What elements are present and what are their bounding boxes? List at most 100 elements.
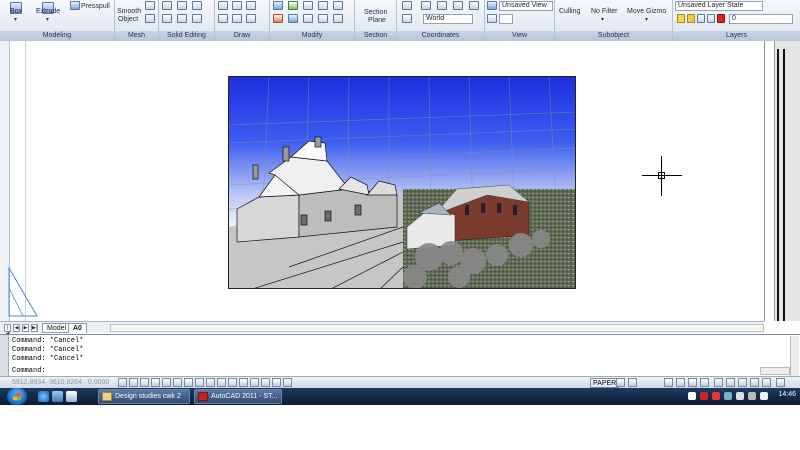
switch-windows-icon[interactable] — [66, 391, 77, 402]
box-button[interactable]: Box — [10, 8, 22, 16]
annotation-monitor-icon[interactable] — [272, 378, 281, 387]
move-icon[interactable] — [273, 1, 283, 10]
mesh-refine-icon[interactable] — [145, 14, 155, 23]
infer-constraints-icon[interactable] — [118, 378, 127, 387]
object-snap-tracking-icon[interactable] — [195, 378, 204, 387]
explode-icon[interactable] — [333, 14, 343, 23]
tray-app-icon[interactable] — [724, 392, 732, 400]
ucs-icon[interactable] — [402, 1, 412, 10]
ucs-x-icon[interactable] — [469, 1, 479, 10]
3d-array-icon[interactable] — [288, 14, 298, 23]
slice-icon[interactable] — [162, 14, 172, 23]
taskbar-clock[interactable]: 14:46 — [778, 391, 796, 398]
presspull-icon[interactable] — [70, 1, 80, 10]
fillet-icon[interactable] — [303, 1, 313, 10]
volume-icon[interactable] — [760, 392, 768, 400]
sun-icon[interactable] — [687, 14, 695, 23]
first-layout-icon[interactable]: |◀ — [4, 324, 11, 337]
clean-screen-icon[interactable] — [776, 378, 785, 387]
paper-viewport[interactable] — [228, 76, 576, 289]
ortho-mode-icon[interactable] — [151, 378, 160, 387]
chevron-down-icon[interactable]: ▾ — [46, 16, 49, 23]
start-button[interactable] — [7, 388, 27, 405]
no-filter-button[interactable]: No Filter — [591, 8, 617, 16]
tray-expand-icon[interactable] — [688, 392, 696, 400]
chevron-down-icon[interactable]: ▾ — [645, 16, 648, 23]
more-modify-icon[interactable] — [333, 1, 343, 10]
zoom-icon[interactable] — [676, 378, 685, 387]
current-layer-combo[interactable]: 0 — [729, 14, 793, 24]
antivirus-icon[interactable] — [700, 392, 708, 400]
union-icon[interactable] — [162, 1, 172, 10]
extract-edges-icon[interactable] — [192, 14, 202, 23]
paper-space-toggle[interactable]: PAPER — [590, 378, 620, 388]
ucs-named-icon[interactable] — [402, 14, 412, 23]
next-layout-icon[interactable]: ▶ — [22, 324, 29, 332]
named-view-combo[interactable]: Unsaved View — [499, 1, 553, 11]
section-plane-label-2[interactable]: Plane — [368, 17, 386, 25]
status-bar-menu-icon[interactable] — [762, 378, 771, 387]
3d-object-snap-icon[interactable] — [184, 378, 193, 387]
workspace-switching-icon[interactable] — [714, 378, 723, 387]
steering-wheel-icon[interactable] — [688, 378, 697, 387]
subtract-icon[interactable] — [177, 1, 187, 10]
polygon-icon[interactable] — [218, 14, 228, 23]
smooth-object-label-1[interactable]: Smooth — [117, 8, 141, 16]
mesh-primitive-icon[interactable] — [145, 1, 155, 10]
vertical-scrollbar[interactable] — [774, 41, 800, 321]
thicken-icon[interactable] — [177, 14, 187, 23]
3d-rotate-icon[interactable] — [288, 1, 298, 10]
polyline-icon[interactable] — [232, 1, 242, 10]
isolate-objects-icon[interactable] — [750, 378, 759, 387]
drawing-canvas[interactable] — [0, 41, 800, 321]
polar-tracking-icon[interactable] — [162, 378, 171, 387]
hardware-acceleration-icon[interactable] — [738, 378, 747, 387]
ucs-origin-icon[interactable] — [421, 1, 431, 10]
power-icon[interactable] — [748, 392, 756, 400]
freeze-viewport-icon[interactable] — [707, 14, 715, 23]
grid-display-icon[interactable] — [140, 378, 149, 387]
internet-explorer-icon[interactable] — [38, 391, 49, 402]
layer-state-combo[interactable]: Unsaved Layer State — [675, 1, 763, 11]
transparency-icon[interactable] — [239, 378, 248, 387]
extrude-button[interactable]: Extrude — [36, 8, 60, 16]
command-window[interactable]: Command: *Cancel* Command: *Cancel* Comm… — [0, 334, 800, 377]
chevron-down-icon[interactable]: ▾ — [14, 16, 17, 23]
lightbulb-icon[interactable] — [677, 14, 685, 23]
viewport-combo[interactable] — [499, 14, 513, 24]
show-desktop-icon[interactable] — [52, 391, 63, 402]
command-horizontal-scrollbar[interactable] — [760, 367, 790, 375]
section-plane-label-1[interactable]: Section — [364, 9, 387, 17]
command-window-grip[interactable] — [0, 335, 9, 377]
circle-icon[interactable] — [246, 1, 256, 10]
network-icon[interactable] — [736, 392, 744, 400]
ucs-z-axis-icon[interactable] — [437, 1, 447, 10]
coordinates-combo[interactable]: World — [423, 14, 473, 24]
unlock-icon[interactable] — [697, 14, 705, 23]
dynamic-ucs-icon[interactable] — [206, 378, 215, 387]
taskbar-window-design-studies[interactable]: Design studies cwk 2 — [98, 389, 190, 404]
chevron-down-icon[interactable]: ▾ — [601, 16, 604, 23]
tray-app-icon[interactable] — [712, 392, 720, 400]
offset-icon[interactable] — [318, 1, 328, 10]
command-prompt[interactable]: Command: — [12, 367, 46, 375]
presspull-button[interactable]: Presspull — [81, 3, 110, 11]
ucs-3point-icon[interactable] — [453, 1, 463, 10]
lineweight-icon[interactable] — [228, 378, 237, 387]
quick-view-layouts-icon[interactable] — [628, 378, 637, 387]
last-layout-icon[interactable]: ▶| — [31, 324, 38, 332]
rectangle-icon[interactable] — [232, 14, 242, 23]
align-icon[interactable] — [303, 14, 313, 23]
showmotion-icon[interactable] — [700, 378, 709, 387]
dynamic-input-icon[interactable] — [217, 378, 226, 387]
object-snap-icon[interactable] — [173, 378, 182, 387]
move-gizmo-button[interactable]: Move Gizmo — [627, 8, 666, 16]
tab-model[interactable]: Model — [42, 323, 72, 333]
line-icon[interactable] — [218, 1, 228, 10]
viewport-icon[interactable] — [487, 14, 497, 23]
prev-layout-icon[interactable]: ◀ — [13, 324, 20, 332]
ellipse-icon[interactable] — [246, 14, 256, 23]
selection-cycling-icon[interactable] — [261, 378, 270, 387]
model-space-icon[interactable] — [283, 378, 292, 387]
intersect-icon[interactable] — [192, 1, 202, 10]
